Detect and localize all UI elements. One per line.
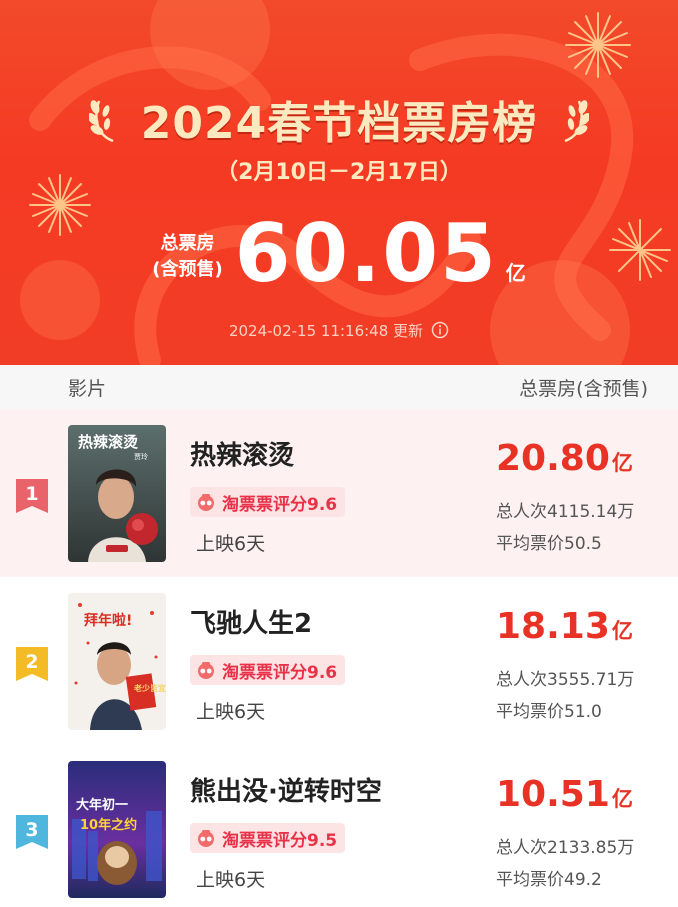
movie-name[interactable]: 飞驰人生2 (190, 603, 312, 640)
total-label-line1: 总票房 (160, 233, 215, 254)
total-label: 总票房 (含预售) (152, 231, 222, 283)
rank-number: 2 (25, 651, 39, 673)
rank-number: 1 (25, 483, 39, 505)
movie-box-office: 18.13 亿 (496, 607, 633, 647)
movie-name[interactable]: 熊出没·逆转时空 (190, 771, 382, 808)
table-header: 影片 总票房(含预售) (0, 365, 678, 409)
rank-badge: 3 (16, 815, 48, 849)
release-days: 上映6天 (196, 533, 266, 555)
score-badge: 淘票票评分9.6 (190, 655, 346, 685)
update-time: 2024-02-15 11:16:48 更新 (228, 321, 424, 340)
score-text: 淘票票评分9.6 (222, 662, 338, 683)
movie-name[interactable]: 热辣滚烫 (190, 435, 294, 472)
laurel-left-icon (88, 100, 114, 143)
poster-title: 大年初一 (76, 797, 128, 813)
average-price: 平均票价49.2 (496, 870, 602, 890)
update-row: 2024-02-15 11:16:48 更新 (0, 316, 678, 344)
movie-poster[interactable]: 大年初一 10年之约 (68, 761, 166, 898)
laurel-right-icon (564, 100, 590, 143)
movie-row[interactable]: 1 热辣滚烫 贾玲 热辣滚烫 淘票票评分9.6 上映6天 20.80 亿 总人次… (0, 409, 678, 577)
taopiaopiao-icon (198, 662, 214, 679)
total-viewers: 总人次2133.85万 (496, 838, 635, 858)
rank-badge: 2 (16, 647, 48, 681)
movie-poster[interactable]: 老少皆宜 拜年啦! (68, 593, 166, 730)
movie-box-office: 10.51 亿 (496, 775, 633, 815)
movie-poster[interactable]: 热辣滚烫 贾玲 (68, 425, 166, 562)
total-label-line2: (含预售) (152, 259, 223, 280)
poster-title: 拜年啦! (84, 612, 132, 629)
column-film: 影片 (68, 377, 107, 400)
total-viewers: 总人次3555.71万 (496, 670, 635, 690)
total-unit: 亿 (505, 261, 526, 285)
movie-box-office: 20.80 亿 (496, 439, 633, 479)
box-office-value: 18.13 (496, 606, 610, 647)
box-office-unit: 亿 (611, 451, 633, 475)
box-office-value: 20.80 (496, 438, 610, 479)
score-text: 淘票票评分9.6 (222, 494, 338, 515)
box-office-value: 10.51 (496, 774, 610, 815)
column-box-office: 总票房(含预售) (519, 377, 648, 400)
score-badge: 淘票票评分9.6 (190, 487, 346, 517)
score-badge: 淘票票评分9.5 (190, 823, 346, 853)
box-office-unit: 亿 (611, 787, 633, 811)
taopiaopiao-icon (198, 830, 214, 847)
title-row: 2024春节档票房榜 (0, 88, 678, 150)
release-days: 上映6天 (196, 701, 266, 723)
movie-row[interactable]: 3 大年初一 10年之约 熊出没·逆转时空 淘票票评分9.5 上映6天 10.5… (0, 745, 678, 907)
poster-subtitle: 贾玲 (134, 452, 148, 461)
rank-badge: 1 (16, 479, 48, 513)
date-range: （2月10日－2月17日） (216, 160, 462, 185)
poster-subtitle: 10年之约 (80, 817, 137, 833)
box-office-unit: 亿 (611, 619, 633, 643)
poster-title: 热辣滚烫 (78, 433, 139, 451)
page-title: 2024春节档票房榜 (140, 98, 538, 149)
total-viewers: 总人次4115.14万 (496, 502, 635, 522)
info-icon[interactable] (431, 321, 449, 339)
poster-subtitle: 老少皆宜 (133, 683, 166, 693)
total-value: 60.05 (234, 207, 498, 300)
rank-number: 3 (25, 819, 39, 841)
movie-row[interactable]: 2 老少皆宜 拜年啦! 飞驰人生2 淘票票评分9.6 上映6天 18.13 亿 … (0, 577, 678, 745)
release-days: 上映6天 (196, 869, 266, 891)
taopiaopiao-icon (198, 494, 214, 511)
score-text: 淘票票评分9.5 (222, 830, 338, 851)
total-box-office: 总票房 (含预售) 60.05 亿 (0, 212, 678, 296)
average-price: 平均票价50.5 (496, 534, 602, 554)
average-price: 平均票价51.0 (496, 702, 602, 722)
header-banner: 2024春节档票房榜 （2月10日－2月17日） 总票房 (含预售) 60.05… (0, 0, 678, 365)
